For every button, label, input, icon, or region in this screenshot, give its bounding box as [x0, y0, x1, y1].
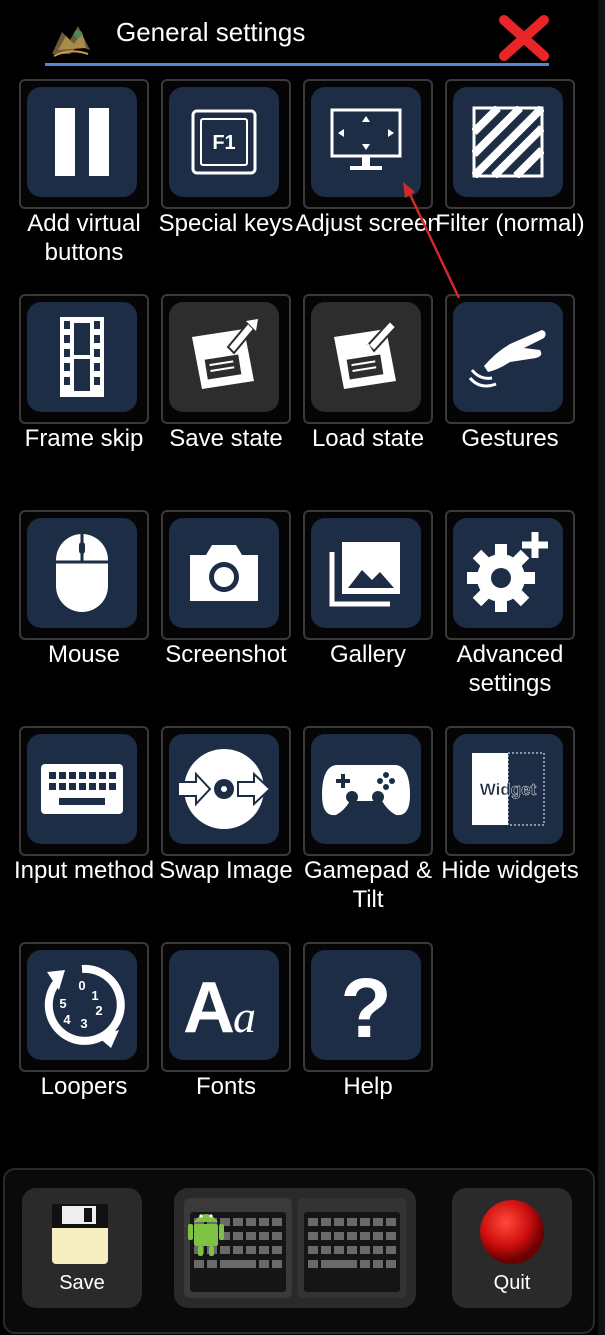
quit-button[interactable]: Quit	[452, 1188, 572, 1308]
fonts-icon: Aa	[169, 950, 279, 1060]
keyboard-icon	[27, 734, 137, 844]
widget-icon: Widget	[453, 734, 563, 844]
save-label: Save	[59, 1272, 105, 1294]
tile-label: Help	[343, 1073, 393, 1100]
tile-label: Gamepad & Tilt	[303, 857, 433, 913]
android-keyboard-icon	[184, 1198, 406, 1298]
floppy-load-icon	[311, 302, 421, 412]
tile-label: Fonts	[195, 1073, 257, 1100]
floppy-icon	[52, 1204, 108, 1264]
hand-gesture-icon	[453, 302, 563, 412]
tile-label: Save state	[169, 425, 283, 452]
header-divider	[45, 63, 549, 66]
mouse-icon	[27, 518, 137, 628]
f1-key-text: F1	[212, 132, 235, 154]
tile-label: Frame skip	[24, 425, 144, 452]
help-glyph: ?	[340, 965, 391, 1045]
tile-label: Add virtual buttons	[27, 210, 141, 266]
floppy-save-icon	[169, 302, 279, 412]
widget-text: Widget	[480, 780, 537, 799]
page-title: General settings	[116, 17, 306, 47]
header: General settings	[0, 0, 605, 70]
f1-key-icon: F1	[169, 87, 279, 197]
looper-digit: 4	[63, 1012, 71, 1027]
close-icon[interactable]	[498, 14, 550, 62]
tile-label: Advanced settings	[456, 641, 564, 697]
looper-digit: 5	[59, 996, 66, 1011]
looper-icon: 012345	[27, 950, 137, 1060]
keyboard-switch-button[interactable]	[174, 1188, 416, 1308]
gear-plus-icon	[453, 518, 563, 628]
looper-digit: 1	[91, 988, 98, 1003]
quit-label: Quit	[493, 1272, 531, 1294]
disc-swap-icon	[169, 734, 279, 844]
red-ball-icon	[480, 1200, 544, 1264]
fonts-big-letter: A	[183, 970, 235, 1040]
pause-icon	[27, 87, 137, 197]
tile-label: Mouse	[47, 641, 121, 668]
tile-label: Gestures	[461, 425, 559, 452]
help-icon: ?	[311, 950, 421, 1060]
fonts-small-letter: a	[233, 991, 256, 1040]
tile-label: Input method	[13, 857, 155, 884]
tile-label: Load state	[311, 425, 425, 452]
save-button[interactable]: Save	[22, 1188, 142, 1308]
app-logo	[52, 26, 90, 57]
tile-label: Swap Image	[159, 857, 293, 884]
tile-label: Screenshot	[165, 641, 287, 668]
film-strip-icon	[27, 302, 137, 412]
stripes-icon	[453, 87, 563, 197]
looper-digit: 0	[78, 978, 85, 993]
looper-digit: 2	[95, 1003, 102, 1018]
tile-label: Special keys	[158, 210, 294, 237]
tile-label: Loopers	[40, 1073, 128, 1100]
scroll-edge	[598, 0, 605, 1335]
annotation-arrow	[403, 182, 461, 299]
looper-digit: 3	[80, 1016, 87, 1031]
tile-label: Hide widgets	[441, 857, 579, 884]
gamepad-icon	[311, 734, 421, 844]
tile-label: Gallery	[329, 641, 407, 668]
gallery-icon	[311, 518, 421, 628]
camera-icon	[169, 518, 279, 628]
